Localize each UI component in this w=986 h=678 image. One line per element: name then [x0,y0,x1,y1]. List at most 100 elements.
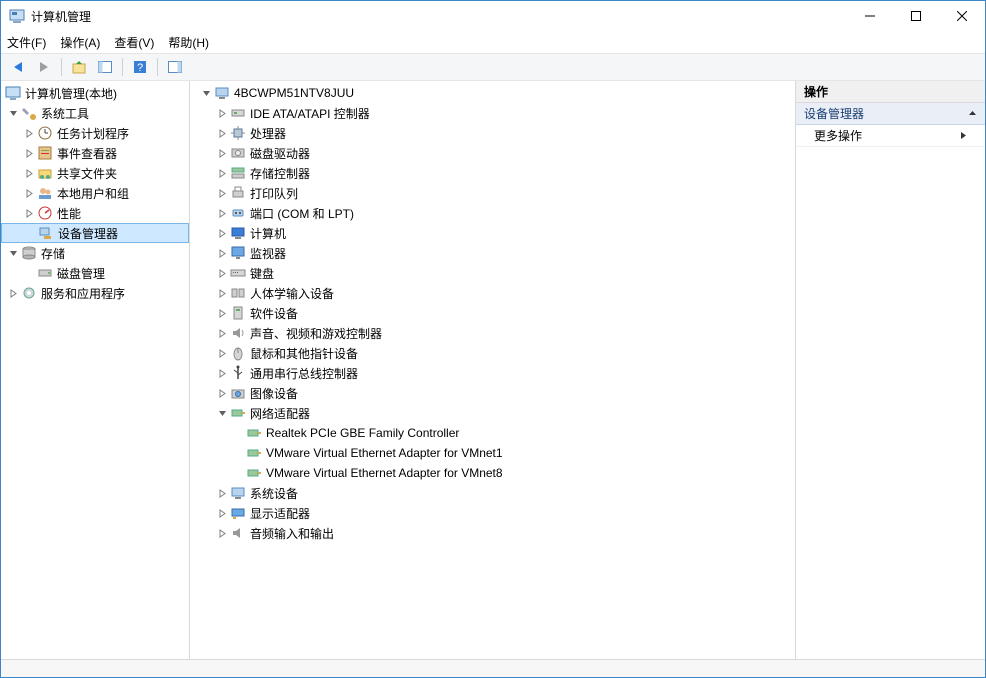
device-software[interactable]: 软件设备 [190,303,795,323]
up-button[interactable] [68,56,90,78]
device-monitors[interactable]: 监视器 [190,243,795,263]
device-display[interactable]: 显示适配器 [190,503,795,523]
device-network[interactable]: 网络适配器 [190,403,795,423]
chevron-right-icon[interactable] [214,305,230,321]
tools-icon [21,105,37,121]
chevron-right-icon[interactable] [214,385,230,401]
tree-services-apps[interactable]: 服务和应用程序 [1,283,189,303]
chevron-right-icon[interactable] [214,245,230,261]
back-button[interactable] [7,56,29,78]
device-net-vmnet8[interactable]: VMware Virtual Ethernet Adapter for VMne… [190,463,795,483]
tree-storage[interactable]: 存储 [1,243,189,263]
chevron-right-icon[interactable] [214,125,230,141]
app-icon [9,8,25,24]
device-mice[interactable]: 鼠标和其他指针设备 [190,343,795,363]
device-processors[interactable]: 处理器 [190,123,795,143]
help-button[interactable]: ? [129,56,151,78]
device-usb[interactable]: 通用串行总线控制器 [190,363,795,383]
menu-file[interactable]: 文件(F) [7,34,46,51]
chevron-right-icon[interactable] [214,185,230,201]
chevron-right-icon[interactable] [214,265,230,281]
chevron-right-icon[interactable] [214,505,230,521]
tree-device-manager[interactable]: 设备管理器 [1,223,189,243]
system-device-icon [230,485,246,501]
tree-task-scheduler[interactable]: 任务计划程序 [1,123,189,143]
display-adapter-icon [230,505,246,521]
tree-event-viewer[interactable]: 事件查看器 [1,143,189,163]
shared-folder-icon [37,165,53,181]
device-hid[interactable]: 人体学输入设备 [190,283,795,303]
chevron-right-icon[interactable] [214,145,230,161]
chevron-right-icon[interactable] [214,165,230,181]
collapse-icon[interactable] [968,109,977,118]
chevron-right-icon[interactable] [21,125,37,141]
device-system[interactable]: 系统设备 [190,483,795,503]
chevron-right-icon[interactable] [21,165,37,181]
chevron-right-icon[interactable] [214,525,230,541]
network-adapter-icon [230,405,246,421]
tree-shared-folders[interactable]: 共享文件夹 [1,163,189,183]
menu-action[interactable]: 操作(A) [60,34,100,51]
device-ports[interactable]: 端口 (COM 和 LPT) [190,203,795,223]
actions-header: 操作 [796,81,985,103]
device-audio[interactable]: 音频输入和输出 [190,523,795,543]
chevron-right-icon[interactable] [214,285,230,301]
device-tree[interactable]: 4BCWPM51NTV8JUU IDE ATA/ATAPI 控制器 处理器 磁盘… [190,81,796,659]
printer-icon [230,185,246,201]
chevron-right-icon[interactable] [214,105,230,121]
device-disk-drives[interactable]: 磁盘驱动器 [190,143,795,163]
chevron-right-icon[interactable] [21,205,37,221]
device-computers[interactable]: 计算机 [190,223,795,243]
chevron-right-icon[interactable] [21,145,37,161]
toolbar-separator [61,58,62,76]
storage-controller-icon [230,165,246,181]
chevron-right-icon[interactable] [21,185,37,201]
console-tree[interactable]: 计算机管理(本地) 系统工具 任务计划程序 事件查看器 共享文件夹 [1,81,190,659]
chevron-right-icon[interactable] [214,225,230,241]
device-print-queues[interactable]: 打印队列 [190,183,795,203]
action-pane-button[interactable] [164,56,186,78]
toolbar: ? [1,53,985,81]
tree-system-tools[interactable]: 系统工具 [1,103,189,123]
clock-icon [37,125,53,141]
network-adapter-icon [246,445,262,461]
device-net-realtek[interactable]: Realtek PCIe GBE Family Controller [190,423,795,443]
port-icon [230,205,246,221]
chevron-down-icon[interactable] [198,85,214,101]
device-sound[interactable]: 声音、视频和游戏控制器 [190,323,795,343]
device-root[interactable]: 4BCWPM51NTV8JUU [190,83,795,103]
chevron-right-icon[interactable] [5,285,21,301]
actions-section[interactable]: 设备管理器 [796,103,985,125]
chevron-right-icon[interactable] [214,485,230,501]
disk-icon [37,265,53,281]
device-keyboards[interactable]: 键盘 [190,263,795,283]
tree-root[interactable]: 计算机管理(本地) [1,83,189,103]
device-ide-ata[interactable]: IDE ATA/ATAPI 控制器 [190,103,795,123]
actions-pane: 操作 设备管理器 更多操作 [796,81,985,659]
chevron-right-icon[interactable] [214,205,230,221]
chevron-down-icon[interactable] [5,105,21,121]
device-net-vmnet1[interactable]: VMware Virtual Ethernet Adapter for VMne… [190,443,795,463]
menu-help[interactable]: 帮助(H) [168,34,209,51]
chevron-down-icon[interactable] [5,245,21,261]
chevron-right-icon[interactable] [214,345,230,361]
show-hide-tree-button[interactable] [94,56,116,78]
device-storage-controllers[interactable]: 存储控制器 [190,163,795,183]
tree-disk-management[interactable]: 磁盘管理 [1,263,189,283]
tree-local-users[interactable]: 本地用户和组 [1,183,189,203]
network-adapter-icon [246,425,262,441]
device-imaging[interactable]: 图像设备 [190,383,795,403]
menu-view[interactable]: 查看(V) [114,34,154,51]
maximize-button[interactable] [893,1,939,31]
actions-more[interactable]: 更多操作 [796,125,985,147]
services-icon [21,285,37,301]
tree-performance[interactable]: 性能 [1,203,189,223]
chevron-right-icon[interactable] [214,365,230,381]
chevron-right-icon[interactable] [214,325,230,341]
chevron-down-icon[interactable] [214,405,230,421]
forward-button[interactable] [33,56,55,78]
performance-icon [37,205,53,221]
toolbar-separator-3 [157,58,158,76]
minimize-button[interactable] [847,1,893,31]
close-button[interactable] [939,1,985,31]
